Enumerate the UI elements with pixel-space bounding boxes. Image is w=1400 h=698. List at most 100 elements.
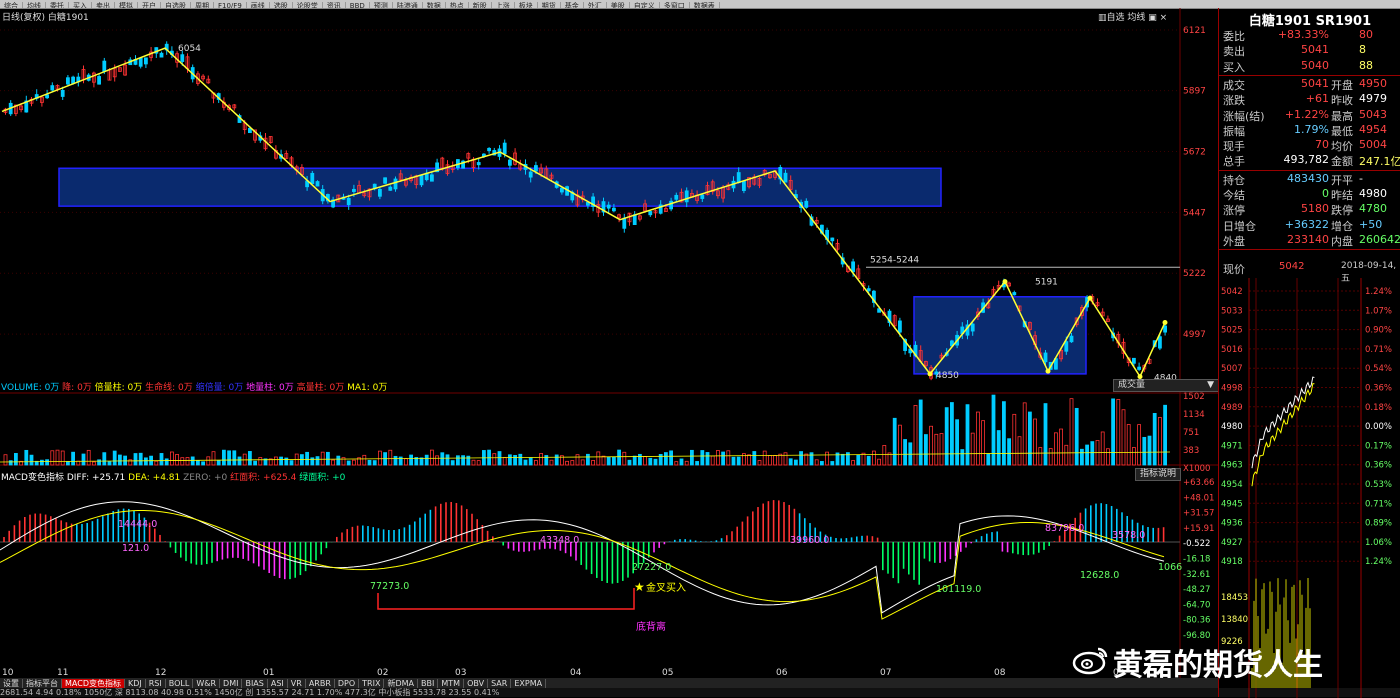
intraday-pct-label: 0.18%	[1365, 403, 1392, 413]
indicator-tab[interactable]: W&R	[193, 679, 221, 688]
macd-value-label: 101119.0	[936, 584, 981, 595]
volume-bar	[664, 452, 668, 466]
quote-v2: 247.1亿	[1359, 155, 1400, 169]
indicator-help-button[interactable]: 指标说明	[1135, 468, 1182, 481]
x-axis-label: 01	[263, 668, 274, 678]
volume-bar	[424, 454, 429, 466]
volume-bar	[1116, 399, 1121, 466]
volume-bar	[877, 458, 881, 466]
candle-body	[393, 178, 398, 190]
volume-bar	[726, 450, 731, 466]
intraday-price-label: 4989	[1221, 403, 1243, 413]
divergence-label: 底背离	[636, 620, 666, 633]
volume-bar	[284, 457, 289, 466]
indicator-tab[interactable]: 指标平台	[23, 679, 62, 688]
volume-bar	[346, 460, 351, 466]
indicator-tab[interactable]: OBV	[464, 679, 489, 688]
indicator-tab[interactable]: ARBR	[306, 679, 335, 688]
macd-axis-label: +15.91	[1183, 524, 1214, 534]
volume-bar	[97, 459, 101, 466]
candle-body	[1158, 336, 1162, 349]
volume-bar	[1106, 448, 1110, 466]
indicator-tab[interactable]: 设置	[0, 679, 23, 688]
quote-row: 委比 +83.33% 80	[1219, 28, 1400, 43]
indicator-tab[interactable]: BBI	[418, 679, 439, 688]
volume-bar	[632, 455, 637, 466]
indicator-tab[interactable]: EXPMA	[511, 679, 547, 688]
candle-body	[71, 76, 75, 84]
indicator-tab[interactable]: DMI	[220, 679, 243, 688]
divider	[1219, 169, 1400, 171]
indicator-tab[interactable]: MTM	[438, 679, 465, 688]
indicator-tab[interactable]: RSI	[146, 679, 166, 688]
volume-bar	[190, 456, 195, 466]
macd-value-label: 27227.0	[632, 562, 671, 573]
volume-bar	[736, 456, 741, 466]
candle-body	[45, 94, 49, 99]
quote-v: 5041	[1301, 76, 1329, 90]
volume-bar	[638, 453, 642, 466]
volume-bar	[253, 460, 258, 466]
volume-bar	[336, 455, 341, 466]
volume-bar	[45, 459, 49, 466]
divergence-line	[377, 588, 635, 610]
volume-bar	[757, 460, 762, 466]
macd-value-label: 12628.0	[1080, 570, 1119, 581]
volume-bar	[747, 454, 751, 466]
volume-bar	[86, 449, 91, 466]
volume-bar	[24, 449, 29, 466]
indicator-tab[interactable]: BOLL	[166, 679, 194, 688]
volume-bar	[377, 450, 382, 466]
quote-l: 买入	[1223, 60, 1245, 74]
indicator-tab[interactable]: TRIX	[359, 679, 385, 688]
indicator-tab[interactable]: DPO	[335, 679, 360, 688]
volume-bar	[601, 455, 606, 466]
indicator-tab[interactable]: ASI	[268, 679, 288, 688]
volume-bar	[1033, 418, 1037, 466]
indicator-tab[interactable]: 新DMA	[384, 679, 419, 688]
volume-bar	[643, 456, 647, 466]
quote-v2: -	[1359, 171, 1363, 185]
volume-bar	[60, 450, 65, 466]
indicator-tab[interactable]: KDJ	[125, 679, 146, 688]
volume-bar	[279, 456, 284, 466]
candle-body	[388, 186, 393, 191]
kline-chart[interactable]: 6121 5897 5672 5447 5222 4997 6054 5254-5244 519…	[0, 0, 1218, 678]
intraday-price-label: 4936	[1221, 519, 1243, 529]
volume-bar	[133, 453, 138, 466]
quote-l2: 内盘	[1331, 234, 1353, 248]
quote-l2: 金额	[1331, 155, 1353, 169]
indicator-tab[interactable]: SAR	[488, 679, 512, 688]
volume-bar	[830, 461, 835, 466]
price-axis-label: 5897	[1183, 87, 1206, 97]
intraday-chart[interactable]: 5042 1.24% 5033 1.07% 5025 0.90% 5016 0.71% 5007…	[1219, 278, 1400, 698]
volume-bar	[325, 451, 330, 466]
quote-v: 5041	[1301, 43, 1329, 57]
volume-bar	[180, 457, 185, 466]
indicator-tab[interactable]: MACD变色指标	[62, 679, 125, 688]
candle-body	[736, 172, 741, 184]
intraday-price-label: 4918	[1221, 557, 1243, 567]
quote-row: 今结 0 昨结 4980	[1219, 187, 1400, 202]
indicator-tab[interactable]: BIAS	[242, 679, 268, 688]
quote-row: 日增仓 +36322 增仓 +50	[1219, 218, 1400, 233]
macd-axis-label: +63.66	[1183, 478, 1214, 488]
volume-bar	[690, 449, 694, 466]
candle-body	[383, 177, 388, 184]
intraday-price-label: 4954	[1221, 480, 1243, 490]
volume-bar	[840, 453, 845, 466]
legend-item: 生命线: 0万	[145, 383, 196, 393]
quote-l: 日增仓	[1223, 219, 1256, 233]
volume-bar	[788, 458, 793, 466]
intraday-price-label: 5025	[1221, 326, 1243, 336]
indicator-tab[interactable]: VR	[288, 679, 306, 688]
quote-v2: 4954	[1359, 122, 1387, 136]
volume-select[interactable]: 成交量 ▼	[1113, 379, 1219, 392]
quote-l: 外盘	[1223, 234, 1245, 248]
quote-l2: 增仓	[1331, 219, 1353, 233]
volume-bar	[825, 451, 829, 466]
quote-row: 持仓 483430 开平 -	[1219, 172, 1400, 187]
status-bar: 2681.54 4.94 0.18% 1050亿 深 8113.08 40.98…	[0, 688, 1400, 697]
quote-v2: 4780	[1359, 202, 1387, 216]
legend-item: 红面积: +625.4	[230, 473, 300, 483]
